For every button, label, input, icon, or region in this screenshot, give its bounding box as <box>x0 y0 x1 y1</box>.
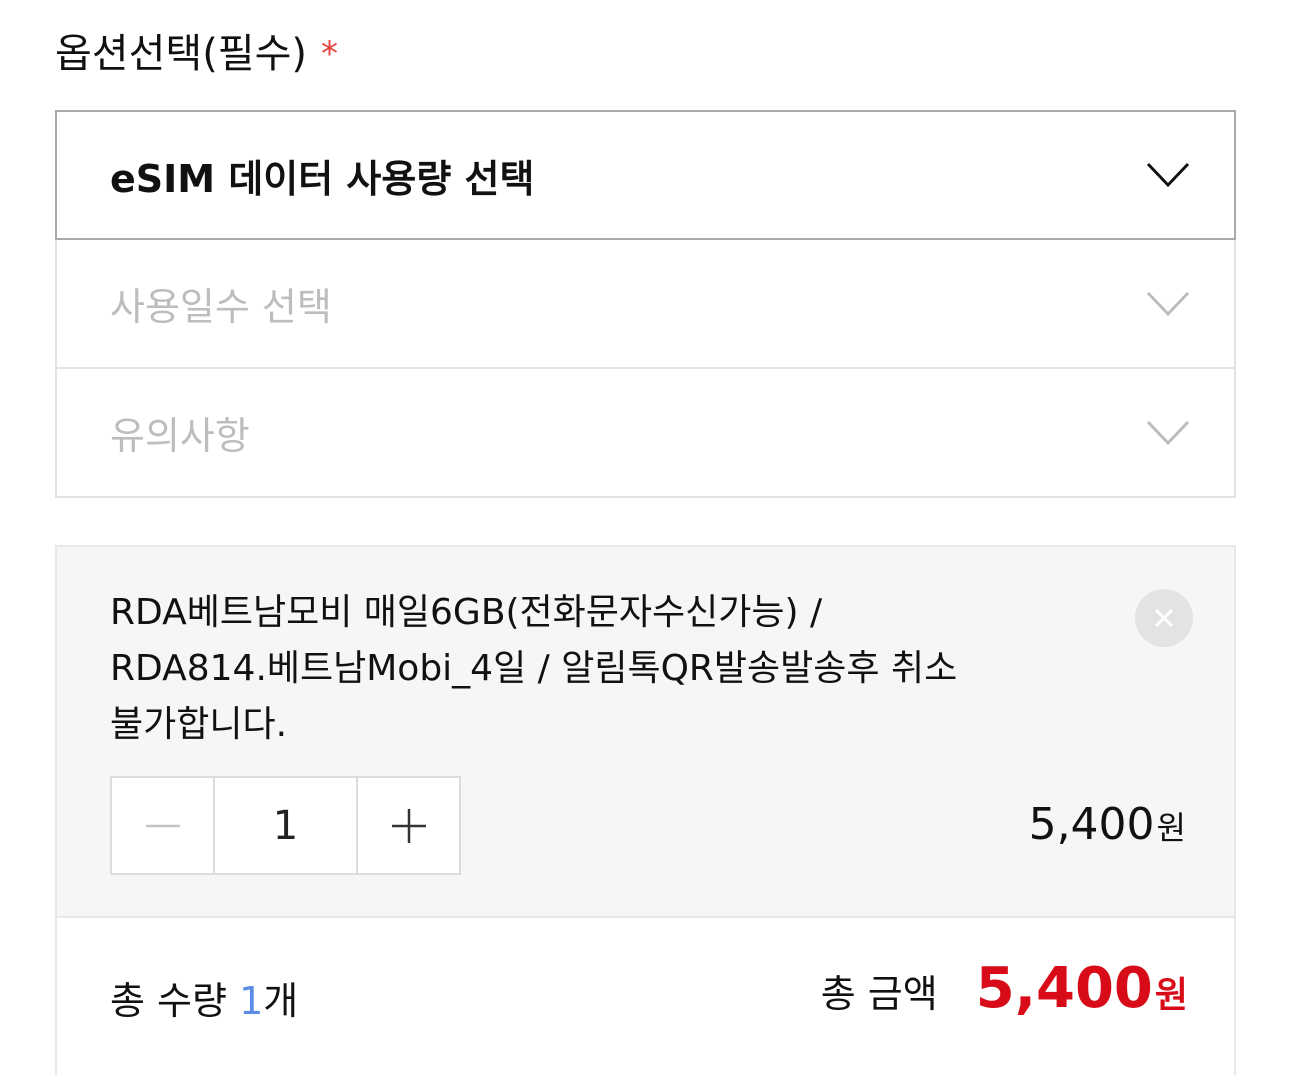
total-amount-value: 5,400 <box>975 956 1153 1021</box>
option-name-line: RDA베트남모비 매일6GB(전화문자수신가능) / <box>110 592 823 633</box>
select-usage-days[interactable]: 사용일수 선택 <box>55 240 1236 369</box>
select-notice-label: 유의사항 <box>110 414 250 458</box>
option-name-line: RDA814.베트남Mobi_4일 / 알림톡QR발송발송후 취소 <box>110 648 958 689</box>
total-quantity-label: 총 수량 <box>110 979 227 1023</box>
option-select-group: eSIM 데이터 사용량 선택 사용일수 선택 유의사항 <box>55 110 1236 498</box>
plus-icon <box>391 809 426 843</box>
chevron-down-icon <box>1146 291 1190 316</box>
chevron-down-icon <box>1146 420 1190 445</box>
close-icon <box>1154 608 1174 628</box>
chevron-down-icon <box>1146 162 1190 188</box>
quantity-stepper: 1 <box>110 776 461 875</box>
increase-quantity-button[interactable] <box>358 778 459 873</box>
total-quantity-unit: 개 <box>263 979 299 1023</box>
selected-option-item: RDA베트남모비 매일6GB(전화문자수신가능) / RDA814.베트남Mob… <box>57 547 1234 918</box>
minus-icon <box>146 824 180 828</box>
required-mark: * <box>321 34 339 74</box>
total-amount-unit: 원 <box>1154 975 1188 1016</box>
select-notice[interactable]: 유의사항 <box>55 369 1236 498</box>
total-amount-label: 총 금액 <box>820 972 938 1016</box>
remove-option-button[interactable] <box>1135 589 1193 647</box>
total-quantity: 총 수량 1개 <box>110 970 298 1025</box>
select-esim-data-label: eSIM 데이터 사용량 선택 <box>110 156 535 201</box>
option-section-title: 옵션선택(필수) * <box>55 28 338 80</box>
select-usage-days-label: 사용일수 선택 <box>110 285 332 329</box>
option-title-text: 옵션선택(필수) <box>55 31 308 77</box>
select-esim-data[interactable]: eSIM 데이터 사용량 선택 <box>55 110 1236 240</box>
order-summary: RDA베트남모비 매일6GB(전화문자수신가능) / RDA814.베트남Mob… <box>55 545 1236 1075</box>
decrease-quantity-button[interactable] <box>112 778 213 873</box>
option-name-line: 불가합니다. <box>110 704 288 745</box>
total-amount: 총 금액 5,400 원 <box>821 956 1188 1021</box>
total-quantity-count: 1 <box>239 979 264 1023</box>
option-price-value: 5,400 <box>1028 799 1155 850</box>
quantity-value[interactable]: 1 <box>213 778 358 873</box>
selected-option-name: RDA베트남모비 매일6GB(전화문자수신가능) / RDA814.베트남Mob… <box>110 585 1110 753</box>
option-price-unit: 원 <box>1156 809 1186 847</box>
option-price: 5,400원 <box>1029 799 1186 850</box>
total-row: 총 수량 1개 총 금액 5,400 원 <box>57 920 1234 1075</box>
